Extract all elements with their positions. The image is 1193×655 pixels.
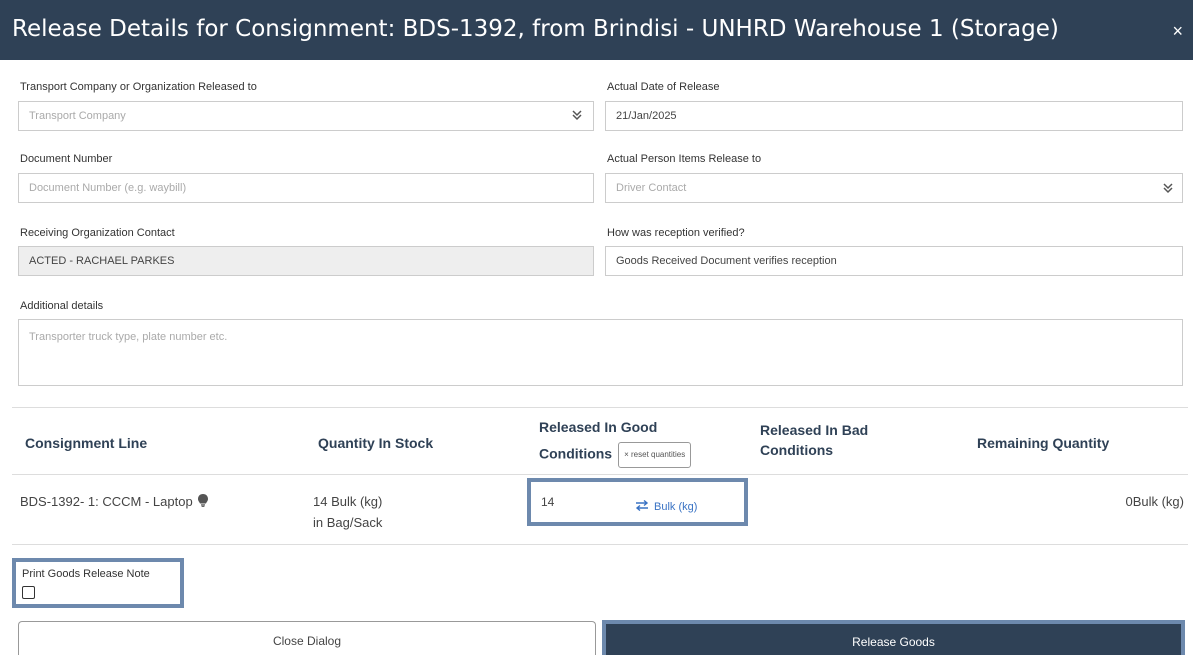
header-remaining-quantity: Remaining Quantity <box>977 435 1110 451</box>
header-consignment-line: Consignment Line <box>25 435 148 451</box>
header-released-good-line2: Conditions <box>539 445 613 462</box>
swap-arrows-icon[interactable] <box>635 499 649 514</box>
stock-packaging: in Bag/Sack <box>313 515 383 530</box>
released-good-quantity-input[interactable]: 14 Bulk (kg) <box>527 478 748 526</box>
receiving-contact-field: ACTED - RACHAEL PARKES <box>18 246 594 276</box>
document-number-label: Document Number <box>20 153 113 165</box>
dialog-title: Release Details for Consignment: BDS-139… <box>12 16 1059 42</box>
person-released-label: Actual Person Items Release to <box>607 153 762 165</box>
header-released-good-line1: Released In Good <box>539 419 658 435</box>
chevron-double-down-icon[interactable] <box>1162 182 1174 197</box>
header-released-bad-line1: Released In Bad <box>760 422 869 438</box>
release-goods-button[interactable]: Release Goods <box>602 620 1185 655</box>
header-quantity-in-stock: Quantity In Stock <box>318 435 434 451</box>
header-row-divider <box>12 474 1188 475</box>
person-released-select[interactable]: Driver Contact <box>605 173 1183 203</box>
transport-company-label: Transport Company or Organization Releas… <box>20 81 257 93</box>
receiving-contact-label: Receiving Organization Contact <box>20 227 175 239</box>
print-release-note-checkbox[interactable] <box>22 586 35 599</box>
released-good-value[interactable]: 14 <box>541 495 554 509</box>
released-good-unit[interactable]: Bulk (kg) <box>654 501 697 513</box>
reset-quantities-button[interactable]: × reset quantities <box>618 442 692 468</box>
close-dialog-button[interactable]: Close Dialog <box>18 621 596 655</box>
reception-verified-input[interactable]: Goods Received Document verifies recepti… <box>605 246 1183 276</box>
additional-details-textarea[interactable]: Transporter truck type, plate number etc… <box>18 319 1183 386</box>
print-release-note-group: Print Goods Release Note <box>12 558 184 608</box>
transport-company-select[interactable]: Transport Company <box>18 101 594 131</box>
release-date-label: Actual Date of Release <box>607 81 720 93</box>
header-released-bad-line2: Conditions <box>760 442 834 458</box>
consignment-line-text: BDS-1392- 1: CCCM - Laptop <box>20 494 193 509</box>
dialog-header: Release Details for Consignment: BDS-139… <box>0 0 1193 60</box>
table-row-remaining-quantity: 0Bulk (kg) <box>1125 494 1184 509</box>
release-date-input[interactable]: 21/Jan/2025 <box>605 101 1183 131</box>
unit-toggle[interactable]: Bulk (kg) <box>635 499 697 514</box>
chevron-double-down-icon[interactable] <box>571 109 583 124</box>
table-bottom-divider <box>12 544 1188 545</box>
reception-verified-label: How was reception verified? <box>607 227 745 239</box>
stock-quantity: 14 Bulk (kg) <box>313 494 383 509</box>
document-number-input[interactable]: Document Number (e.g. waybill) <box>18 173 594 203</box>
additional-details-label: Additional details <box>20 300 104 312</box>
table-row-consignment-line: BDS-1392- 1: CCCM - Laptop <box>20 491 209 513</box>
lightbulb-icon[interactable] <box>198 492 209 513</box>
header-released-good: Released In Good Conditions × reset quant… <box>539 417 692 468</box>
header-released-good-line2-wrap: Conditions × reset quantities <box>539 442 692 468</box>
table-top-divider <box>12 407 1188 408</box>
header-released-bad: Released In Bad Conditions <box>760 420 868 460</box>
print-release-note-label: Print Goods Release Note <box>22 568 150 580</box>
close-icon[interactable]: × <box>1172 21 1183 42</box>
table-row-quantity-in-stock: 14 Bulk (kg) in Bag/Sack <box>313 491 382 533</box>
